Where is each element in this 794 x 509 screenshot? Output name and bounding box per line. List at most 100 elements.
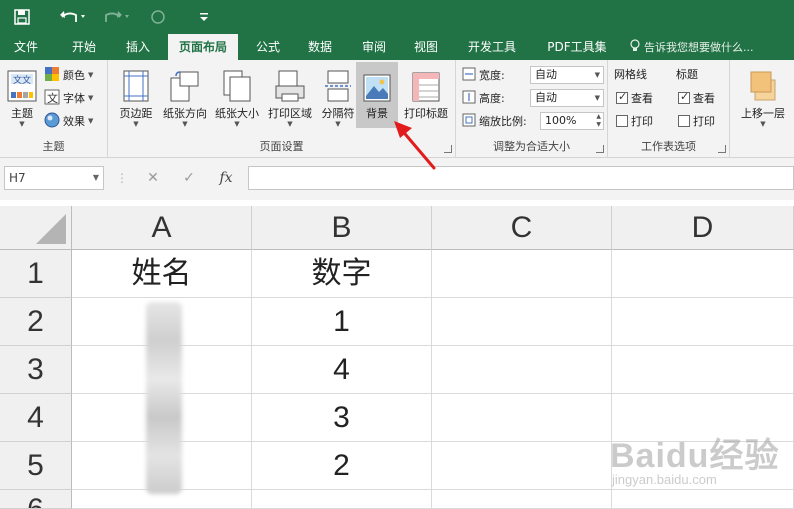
tab-developer[interactable]: 开发工具	[460, 34, 524, 60]
scale-to-fit-launcher-icon[interactable]	[596, 145, 604, 153]
cancel-icon[interactable]: ✕	[142, 166, 164, 190]
group-sheet-options: 网格线 标题 查看 查看 打印 打印 工作表选项	[608, 60, 730, 158]
cell-b3[interactable]: 4	[252, 346, 432, 394]
group-label-themes: 主题	[42, 140, 65, 153]
redo-icon[interactable]	[100, 5, 134, 29]
row-header-5[interactable]: 5	[0, 442, 72, 490]
column-header-d[interactable]: D	[612, 206, 794, 250]
formula-input[interactable]	[248, 166, 794, 190]
cell-d2[interactable]	[612, 298, 794, 346]
print-area-button[interactable]: 打印区域 ▼	[264, 62, 316, 128]
headings-print-checkbox[interactable]: 打印	[678, 110, 715, 132]
breaks-button[interactable]: 分隔符 ▼	[318, 62, 358, 128]
tab-view[interactable]: 视图	[406, 34, 446, 60]
cell-c1[interactable]	[432, 250, 612, 298]
select-all-corner[interactable]	[0, 206, 72, 250]
themes-button[interactable]: 文文 主题 ▼	[4, 62, 40, 128]
fonts-icon: 文	[44, 89, 60, 108]
cell-d1[interactable]	[612, 250, 794, 298]
column-header-c[interactable]: C	[432, 206, 612, 250]
headings-view-checkbox[interactable]: 查看	[678, 87, 715, 109]
size-button[interactable]: 纸张大小 ▼	[212, 62, 262, 128]
tab-home[interactable]: 开始	[64, 34, 104, 60]
gridlines-title: 网格线	[614, 68, 647, 81]
orientation-button[interactable]: 纸张方向 ▼	[160, 62, 210, 128]
gridlines-print-checkbox[interactable]: 打印	[616, 110, 653, 132]
chevron-down-icon: ▼	[88, 94, 94, 102]
customize-qat-icon[interactable]	[196, 5, 212, 29]
save-icon[interactable]	[10, 5, 34, 29]
row-header-2[interactable]: 2	[0, 298, 72, 346]
tab-file[interactable]: 文件	[6, 34, 46, 60]
row-header-6[interactable]: 6	[0, 490, 72, 509]
tab-pdf-tools[interactable]: PDF工具集	[538, 34, 616, 60]
gridlines-view-checkbox[interactable]: 查看	[616, 87, 653, 109]
sheet-options-launcher-icon[interactable]	[718, 145, 726, 153]
cell-b2[interactable]: 1	[252, 298, 432, 346]
cell-d3[interactable]	[612, 346, 794, 394]
cell-c5[interactable]	[432, 442, 612, 490]
lightbulb-icon	[630, 39, 640, 55]
undo-icon[interactable]	[56, 5, 90, 29]
themes-dropdown-icon: ▼	[19, 120, 25, 128]
name-box[interactable]: H7 ▼	[4, 166, 104, 190]
print-area-icon	[275, 66, 305, 102]
svg-text:文: 文	[47, 91, 58, 105]
width-value: 自动	[535, 68, 557, 81]
group-label-scale-to-fit: 调整为合适大小	[493, 140, 570, 153]
tab-review[interactable]: 审阅	[354, 34, 394, 60]
insert-function-icon[interactable]: fx	[214, 166, 238, 190]
group-themes: 文文 主题 ▼ 颜色 ▼ 文 字体 ▼ 效果 ▼ 主题	[0, 60, 108, 158]
height-icon	[462, 90, 476, 107]
page-size-icon	[223, 66, 251, 102]
scale-stepper[interactable]: 100% ▲ ▼	[540, 112, 604, 130]
margins-button[interactable]: 页边距 ▼	[114, 62, 158, 128]
watermark-url: jingyan.baidu.com	[612, 472, 717, 487]
background-label: 背景	[366, 107, 388, 120]
cell-a1[interactable]: 姓名	[72, 250, 252, 298]
select-all-triangle-icon	[36, 214, 66, 244]
orientation-icon	[170, 66, 200, 102]
cell-b4[interactable]: 3	[252, 394, 432, 442]
chevron-down-icon: ▼	[182, 120, 188, 128]
fonts-label: 字体	[63, 92, 85, 105]
effects-label: 效果	[63, 115, 85, 128]
cell-b1[interactable]: 数字	[252, 250, 432, 298]
cell-c2[interactable]	[432, 298, 612, 346]
tab-data[interactable]: 数据	[300, 34, 340, 60]
breaks-label: 分隔符	[321, 107, 355, 120]
cell-b6[interactable]	[252, 490, 432, 509]
chevron-down-icon: ▼	[92, 173, 99, 182]
tell-me-placeholder: 告诉我您想要做什么...	[644, 41, 754, 54]
height-label: 高度:	[479, 92, 505, 105]
tab-page-layout[interactable]: 页面布局	[168, 34, 238, 60]
bring-forward-button[interactable]: 上移一层 ▼	[734, 62, 792, 128]
scale-label: 缩放比例:	[479, 115, 527, 128]
row-header-1[interactable]: 1	[0, 250, 72, 298]
row-header-4[interactable]: 4	[0, 394, 72, 442]
cell-c6[interactable]	[432, 490, 612, 509]
circle-icon[interactable]	[148, 5, 168, 29]
cell-b5[interactable]: 2	[252, 442, 432, 490]
cell-c4[interactable]	[432, 394, 612, 442]
enter-icon[interactable]: ✓	[178, 166, 200, 190]
height-select[interactable]: 自动 ▼	[530, 89, 604, 107]
column-header-b[interactable]: B	[252, 206, 432, 250]
page-setup-launcher-icon[interactable]	[444, 145, 452, 153]
tab-insert[interactable]: 插入	[118, 34, 158, 60]
column-header-a[interactable]: A	[72, 206, 252, 250]
checkbox-checked-icon	[678, 90, 690, 104]
width-label: 宽度:	[479, 69, 505, 82]
tell-me-box[interactable]: 告诉我您想要做什么...	[630, 34, 754, 60]
width-select[interactable]: 自动 ▼	[530, 66, 604, 84]
colors-button[interactable]: 颜色 ▼	[44, 64, 93, 86]
cell-c3[interactable]	[432, 346, 612, 394]
background-image-icon	[363, 66, 391, 102]
effects-button[interactable]: 效果 ▼	[44, 110, 93, 132]
checkbox-empty-icon	[678, 115, 690, 127]
fonts-button[interactable]: 文 字体 ▼	[44, 87, 93, 109]
row-header-3[interactable]: 3	[0, 346, 72, 394]
tab-formulas[interactable]: 公式	[248, 34, 288, 60]
more-options-icon[interactable]: ⋮	[116, 166, 128, 190]
effects-icon	[44, 112, 60, 131]
